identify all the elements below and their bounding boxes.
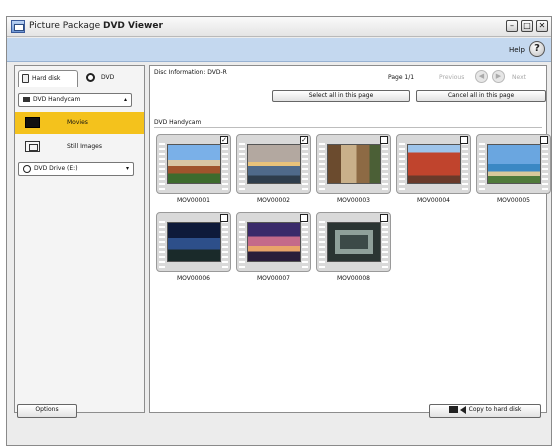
page-indicator: Page 1/1 (388, 74, 415, 81)
source-tabs: Hard disk DVD (18, 70, 141, 88)
camcorder-icon (23, 97, 30, 102)
arrow-left-icon (459, 405, 466, 414)
thumbnail-mov00002[interactable]: ✓ MOV00002 (236, 134, 311, 206)
still-image-icon (25, 141, 40, 152)
video-preview-image (407, 144, 461, 184)
thumbnail-mov00008[interactable]: MOV00008 (316, 212, 391, 284)
maximize-button[interactable]: □ (521, 20, 533, 32)
video-preview-image (247, 144, 301, 184)
select-checkbox[interactable]: ✓ (220, 136, 228, 144)
minimize-button[interactable]: – (506, 20, 518, 32)
app-window: Picture Package DVD Viewer – □ ✕ Help ? … (6, 16, 552, 446)
next-page-button[interactable]: ▶ (492, 70, 505, 83)
thumbnail-mov00004[interactable]: MOV00004 (396, 134, 471, 206)
tab-dvd[interactable]: DVD (82, 70, 138, 87)
select-checkbox[interactable] (380, 214, 388, 222)
thumbnail-caption: MOV00006 (177, 275, 210, 282)
thumbnail-caption: MOV00002 (257, 197, 290, 204)
nav-item-still-images-label: Still Images (67, 143, 102, 150)
thumbnail-caption: MOV00003 (337, 197, 370, 204)
dvd-disc-icon (86, 73, 95, 82)
tab-hard-disk[interactable]: Hard disk (18, 70, 78, 87)
nav-item-movies[interactable]: Movies (15, 112, 144, 134)
cancel-all-button[interactable]: Cancel all in this page (416, 90, 546, 102)
close-button[interactable]: ✕ (536, 20, 548, 32)
help-link[interactable]: Help (509, 46, 525, 54)
select-checkbox[interactable] (300, 214, 308, 222)
copy-button-label: Copy to hard disk (468, 406, 522, 413)
copy-to-hard-disk-button[interactable]: Copy to hard disk (429, 404, 541, 418)
options-button[interactable]: Options (17, 404, 77, 418)
thumbnail-mov00006[interactable]: MOV00006 (156, 212, 231, 284)
left-panel: Hard disk DVD DVD Handycam ▴ Movies Stil… (14, 65, 145, 413)
video-preview-image (487, 144, 541, 184)
section-divider (154, 127, 542, 128)
source-dropdown[interactable]: DVD Handycam ▴ (18, 93, 132, 107)
tab-hard-disk-label: Hard disk (32, 75, 61, 82)
thumbnail-mov00005[interactable]: MOV00005 (476, 134, 551, 206)
previous-page-button[interactable]: ◀ (475, 70, 488, 83)
select-checkbox[interactable] (380, 136, 388, 144)
window-title: Picture Package DVD Viewer (29, 21, 163, 31)
chevron-down-icon: ▾ (125, 165, 129, 172)
chevron-up-icon: ▴ (123, 96, 127, 103)
video-preview-image (247, 222, 301, 262)
select-checkbox[interactable] (540, 136, 548, 144)
nav-item-still-images[interactable]: Still Images (15, 136, 144, 158)
drive-dropdown[interactable]: DVD Drive (E:) ▾ (18, 162, 134, 176)
thumbnail-caption: MOV00001 (177, 197, 210, 204)
hard-disk-icon (22, 74, 29, 83)
section-label: DVD Handycam (154, 119, 202, 126)
video-preview-image (327, 144, 381, 184)
thumbnail-caption: MOV00008 (337, 275, 370, 282)
video-preview-image (167, 222, 221, 262)
select-checkbox[interactable]: ✓ (300, 136, 308, 144)
next-label: Next (512, 74, 526, 81)
thumbnail-caption: MOV00005 (497, 197, 530, 204)
hard-disk-icon (448, 406, 458, 413)
thumbnail-caption: MOV00004 (417, 197, 450, 204)
disc-information: Disc Information: DVD-R (154, 69, 227, 76)
video-preview-image (167, 144, 221, 184)
video-preview-image (327, 222, 381, 262)
select-checkbox[interactable] (220, 214, 228, 222)
content-panel: Disc Information: DVD-R Page 1/1 Previou… (149, 65, 551, 413)
source-dropdown-value: DVD Handycam (33, 96, 81, 103)
previous-label: Previous (439, 74, 465, 81)
title-bar: Picture Package DVD Viewer – □ ✕ (7, 17, 551, 37)
drive-dropdown-value: DVD Drive (E:) (34, 165, 78, 172)
thumbnail-mov00007[interactable]: MOV00007 (236, 212, 311, 284)
thumbnail-mov00001[interactable]: ✓ MOV00001 (156, 134, 231, 206)
disc-icon (23, 164, 31, 173)
select-checkbox[interactable] (460, 136, 468, 144)
app-icon (11, 20, 25, 33)
movie-film-icon (25, 117, 40, 128)
thumbnail-caption: MOV00007 (257, 275, 290, 282)
tab-dvd-label: DVD (101, 74, 115, 81)
menu-band: Help ? (7, 38, 551, 62)
select-all-button[interactable]: Select all in this page (272, 90, 410, 102)
thumbnail-mov00003[interactable]: MOV00003 (316, 134, 391, 206)
nav-item-movies-label: Movies (67, 119, 88, 126)
help-icon[interactable]: ? (529, 41, 545, 57)
